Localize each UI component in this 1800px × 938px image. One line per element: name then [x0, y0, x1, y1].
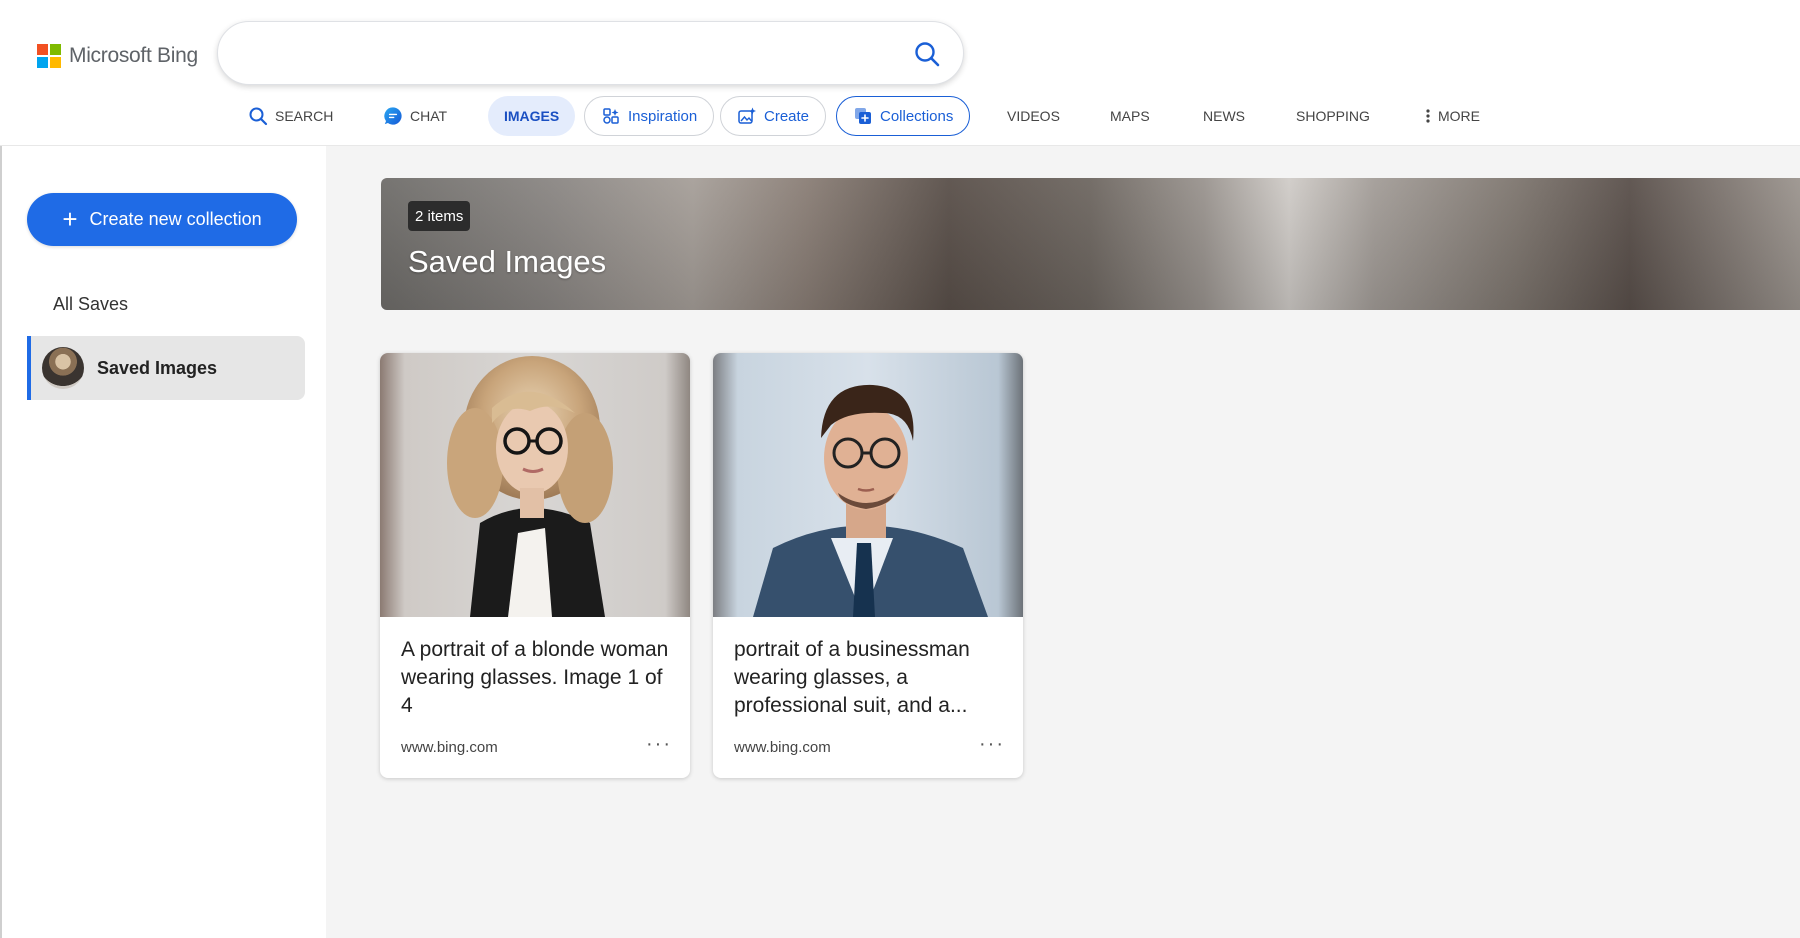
inspiration-icon	[601, 106, 621, 126]
sidebar: + Create new collection All Saves Saved …	[8, 146, 326, 938]
saved-image-card[interactable]: A portrait of a blonde woman wearing gla…	[380, 353, 690, 778]
nav-inspiration[interactable]: Inspiration	[584, 96, 715, 136]
collections-icon	[853, 106, 873, 126]
nav-images[interactable]: IMAGES	[488, 96, 576, 136]
nav-shopping[interactable]: SHOPPING	[1296, 96, 1370, 136]
search-input[interactable]	[246, 36, 886, 72]
create-icon	[737, 106, 757, 126]
nav-news-label: NEWS	[1203, 108, 1245, 124]
card-source[interactable]: www.bing.com	[734, 739, 831, 756]
search-box[interactable]	[217, 21, 964, 85]
more-vertical-icon	[1423, 106, 1433, 126]
collection-banner: 2 items Saved Images	[381, 178, 1800, 310]
nav-inspiration-label: Inspiration	[628, 107, 698, 125]
nav-search[interactable]: SEARCH	[248, 96, 333, 136]
portrait-businessman-image	[713, 353, 1023, 617]
create-new-collection-label: Create new collection	[89, 209, 262, 229]
chat-icon	[383, 106, 403, 126]
collection-title: Saved Images	[408, 244, 607, 279]
nav-bar: SEARCH CHAT IMAGES Inspiration Create Co…	[0, 96, 1800, 140]
sidebar-item-saved-images[interactable]: Saved Images	[27, 336, 305, 400]
nav-shopping-label: SHOPPING	[1296, 108, 1370, 124]
nav-images-label: IMAGES	[504, 108, 560, 124]
nav-news[interactable]: NEWS	[1203, 96, 1245, 136]
nav-maps-label: MAPS	[1110, 108, 1150, 124]
nav-collections[interactable]: Collections	[836, 96, 971, 136]
plus-icon: +	[62, 203, 78, 234]
nav-videos[interactable]: VIDEOS	[1007, 96, 1060, 136]
nav-chat[interactable]: CHAT	[383, 96, 447, 136]
search-icon	[915, 42, 940, 67]
nav-create[interactable]: Create	[720, 96, 827, 136]
microsoft-logo-icon	[37, 44, 61, 68]
nav-more-label: MORE	[1438, 108, 1480, 124]
nav-create-label: Create	[764, 107, 810, 125]
search-icon	[248, 106, 268, 126]
sidebar-item-all-saves[interactable]: All Saves	[53, 294, 128, 315]
card-source[interactable]: www.bing.com	[401, 739, 498, 756]
nav-chat-label: CHAT	[410, 108, 448, 124]
search-button[interactable]	[909, 36, 945, 72]
nav-maps[interactable]: MAPS	[1110, 96, 1150, 136]
sidebar-item-label: Saved Images	[97, 357, 218, 378]
bing-logo[interactable]: Microsoft Bing	[37, 42, 198, 70]
saved-image-card[interactable]: portrait of a businessman wearing glasse…	[713, 353, 1023, 778]
collection-thumbnail	[42, 347, 84, 389]
logo-text: Microsoft Bing	[69, 44, 198, 67]
portrait-woman-image	[380, 353, 690, 617]
more-options-button[interactable]: ···	[979, 733, 1005, 756]
nav-collections-label: Collections	[880, 107, 954, 125]
create-new-collection-button[interactable]: + Create new collection	[27, 193, 297, 246]
nav-search-label: SEARCH	[275, 108, 334, 124]
card-caption: A portrait of a blonde woman wearing gla…	[401, 638, 669, 717]
nav-videos-label: VIDEOS	[1007, 108, 1060, 124]
main-content: 2 items Saved Images A portrait of a blo…	[326, 146, 1800, 938]
item-count-badge: 2 items	[408, 201, 471, 231]
nav-more[interactable]: MORE	[1423, 96, 1480, 136]
header: Microsoft Bing SEARCH CHAT IMAGES Inspir…	[0, 0, 1800, 146]
card-caption: portrait of a businessman wearing glasse…	[734, 638, 970, 717]
more-options-button[interactable]: ···	[646, 733, 672, 756]
